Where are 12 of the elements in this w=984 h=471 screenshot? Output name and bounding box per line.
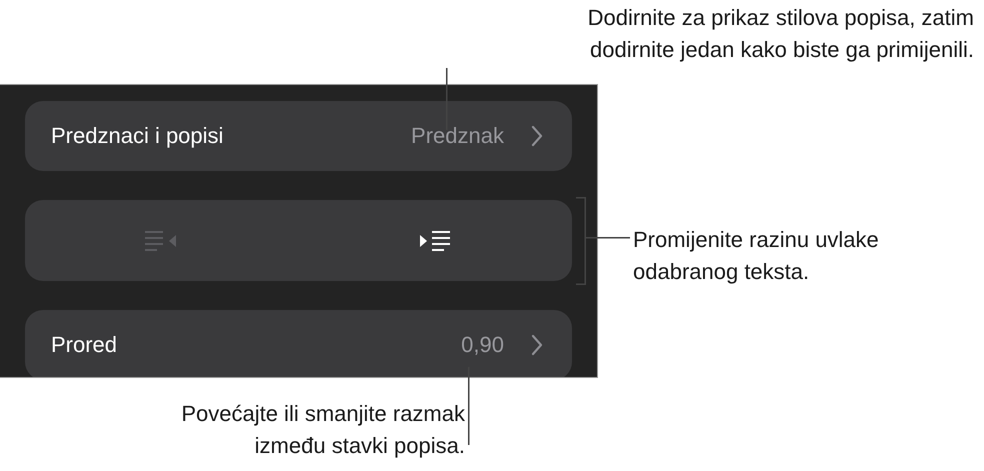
row-label: Prored: [51, 332, 118, 358]
chevron-icon: [530, 124, 544, 148]
chevron-icon: [530, 333, 544, 357]
settings-row[interactable]: Predznaci i popisi Predznak: [25, 101, 572, 171]
settings-row[interactable]: Prored 0,90: [25, 310, 572, 377]
callout-text: Povećajte ili smanjite razmak između stavki popisa.: [181, 400, 465, 460]
callout-text: Promijenite razinu uvlake odabranog teksta.: [633, 226, 879, 286]
row-value: Predznak: [411, 123, 504, 149]
callout-text: Dodirnite za prikaz stilova popisa, zatim dodirnite jedan kako biste ga primijenili.: [588, 4, 974, 64]
row-value: 0,90: [461, 332, 504, 358]
row-label: Predznaci i popisi: [51, 123, 224, 149]
leader-line: [446, 68, 448, 130]
